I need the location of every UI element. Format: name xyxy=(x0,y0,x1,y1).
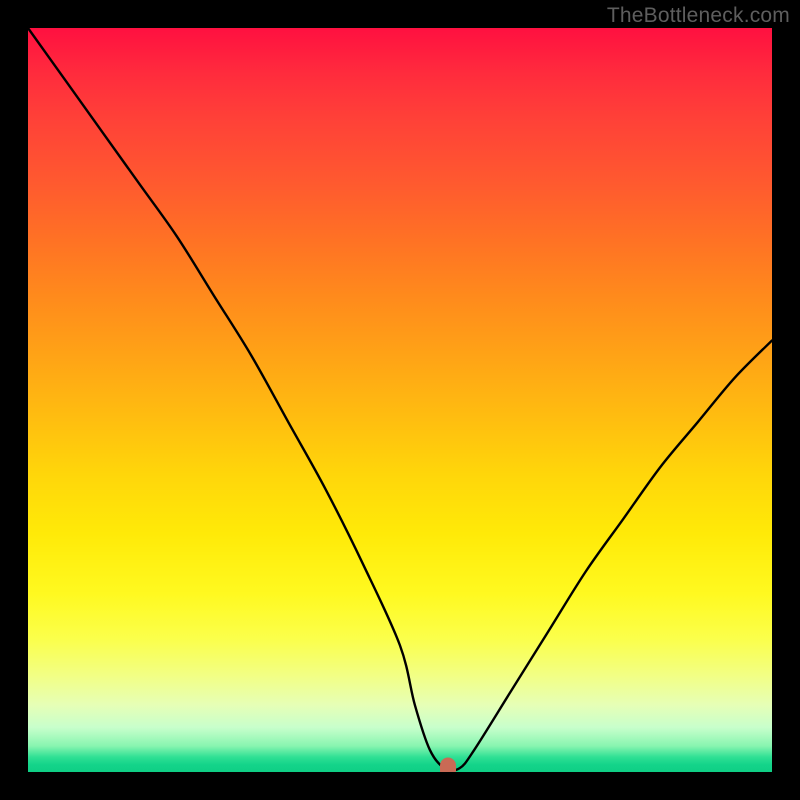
optimum-marker xyxy=(440,758,456,772)
watermark-text: TheBottleneck.com xyxy=(607,4,790,28)
bottleneck-curve xyxy=(28,28,772,772)
plot-area xyxy=(28,28,772,772)
chart-frame: TheBottleneck.com xyxy=(0,0,800,800)
